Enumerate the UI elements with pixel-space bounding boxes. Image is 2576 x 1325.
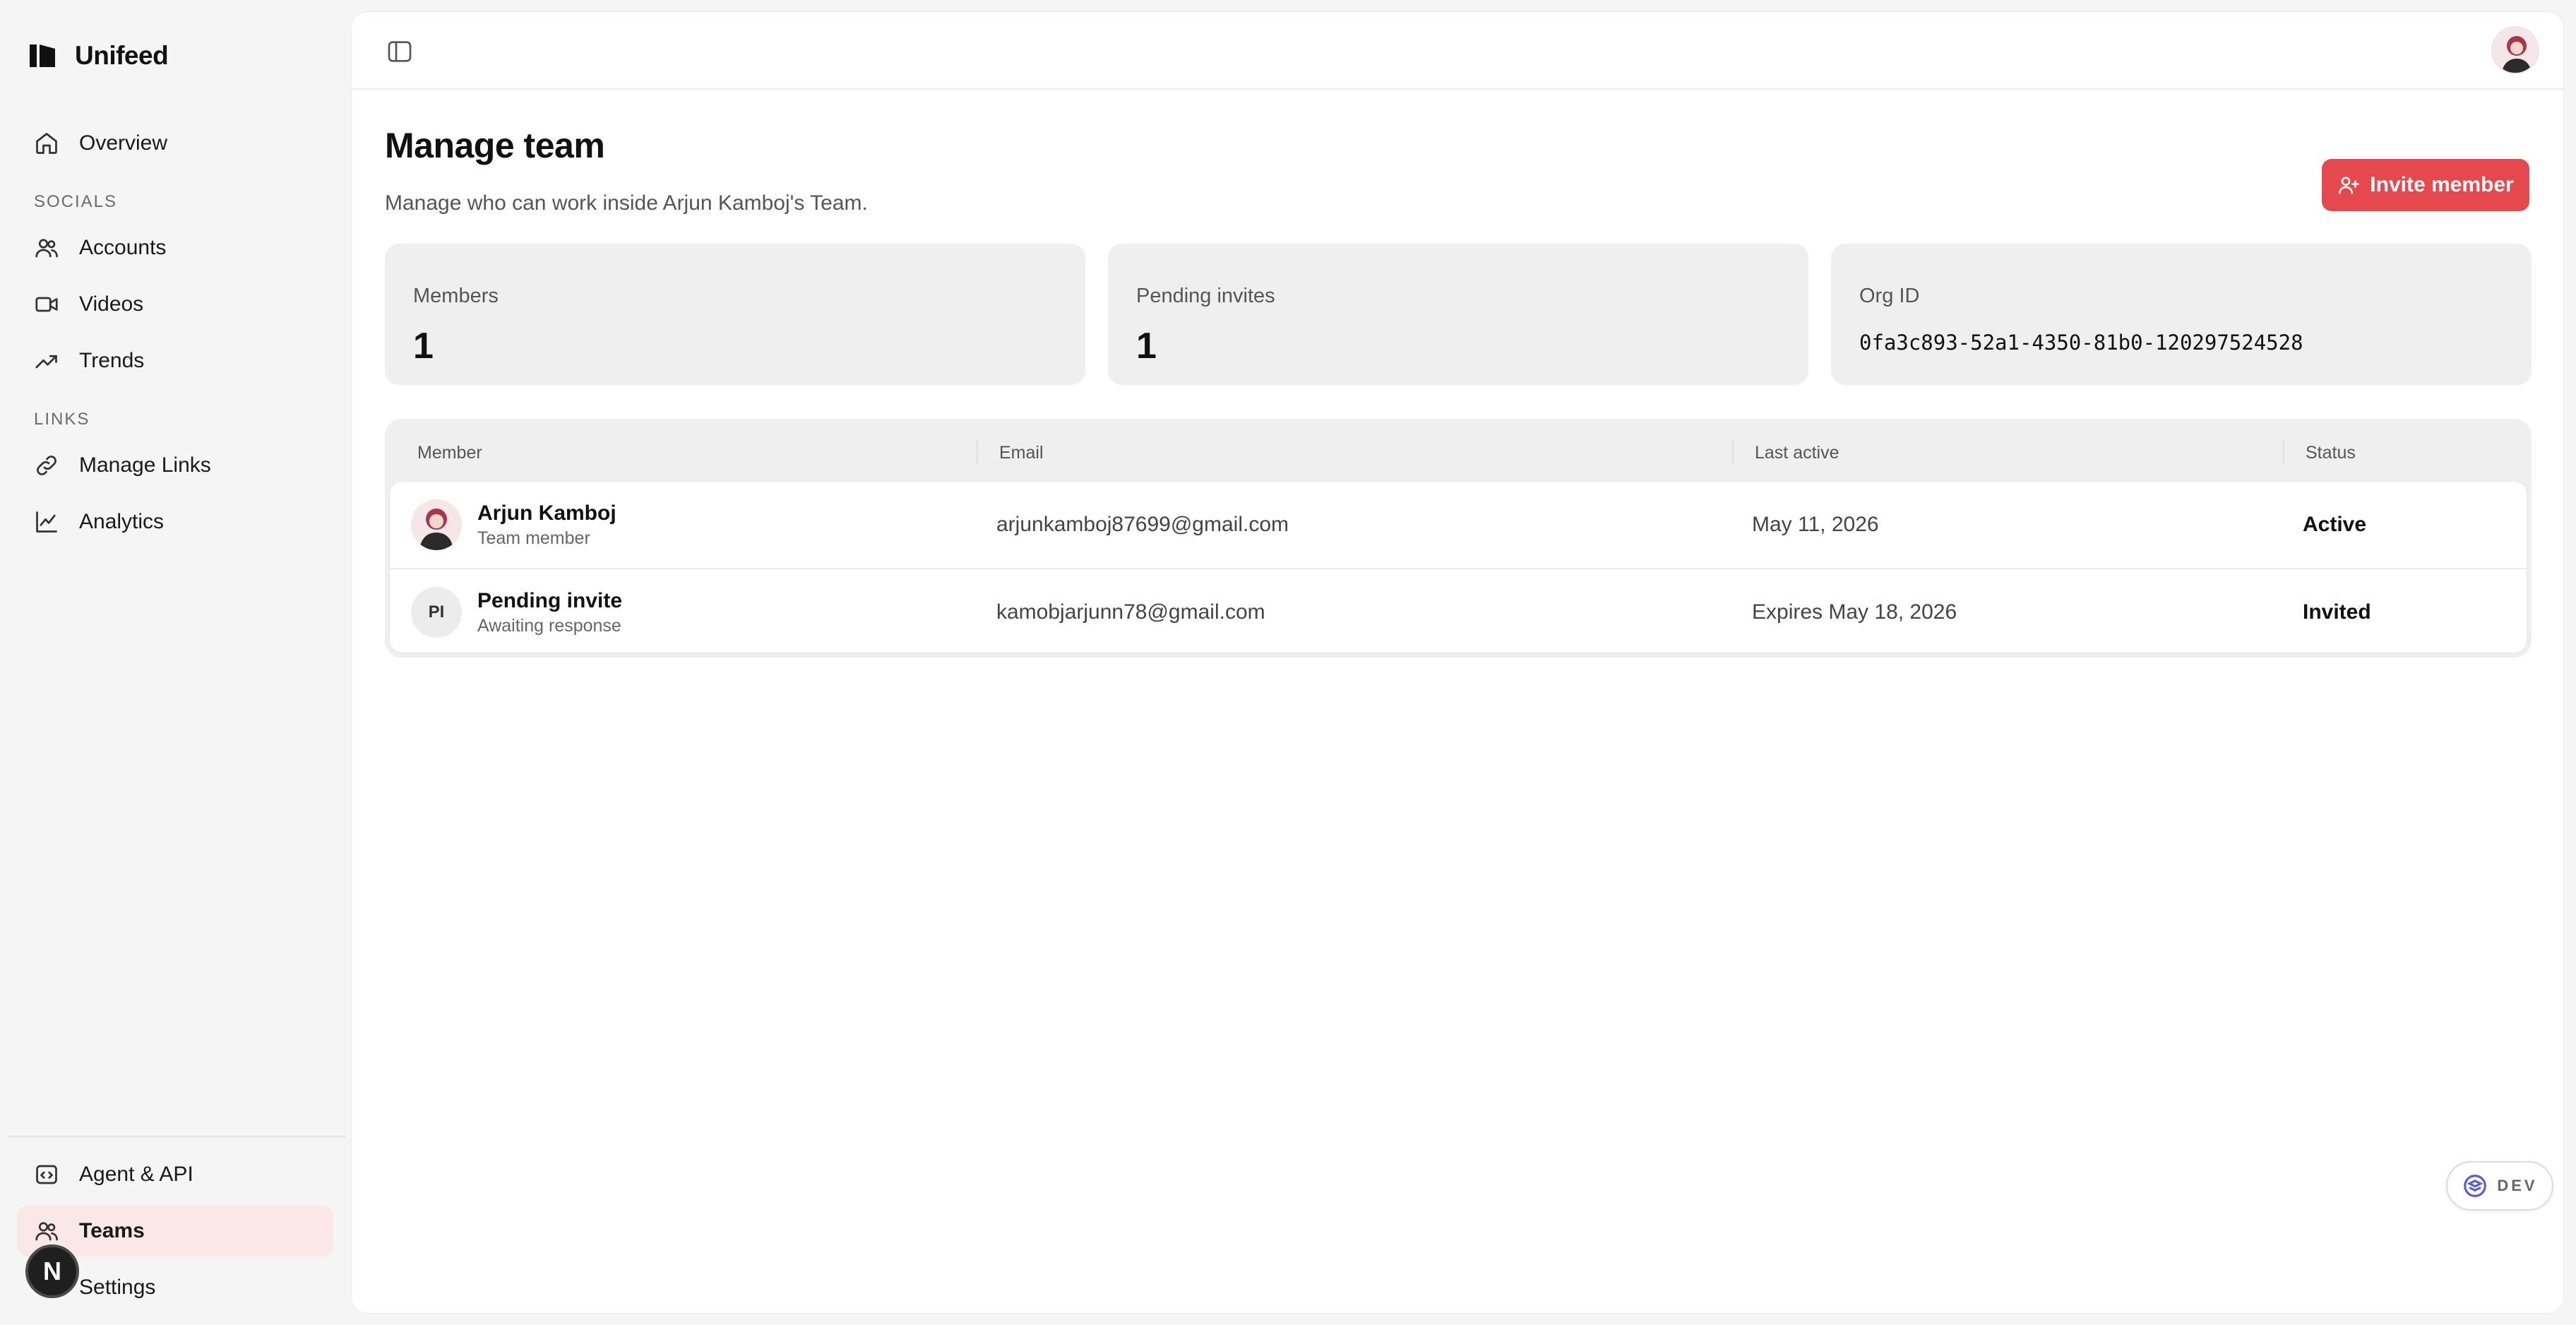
next-dev-indicator[interactable]: N	[25, 1244, 79, 1298]
sidebar-item-agent-api[interactable]: Agent & API	[17, 1149, 333, 1200]
line-chart-icon	[36, 511, 57, 533]
member-cell: PI Pending invite Awaiting response	[411, 569, 622, 655]
column-divider	[1732, 440, 1734, 464]
stat-label: Pending invites	[1136, 285, 1275, 307]
dev-badge-label: DEV	[2497, 1177, 2538, 1194]
org-id-stat-card: Org ID 0fa3c893-52a1-4350-81b0-120297524…	[1831, 244, 2532, 385]
sidebar-toggle-icon[interactable]	[386, 37, 414, 66]
sidebar-item-videos[interactable]: Videos	[17, 279, 333, 330]
dev-tools-badge[interactable]: DEV	[2446, 1161, 2553, 1211]
member-avatar	[411, 499, 462, 550]
sidebar-item-accounts[interactable]: Accounts	[17, 222, 333, 273]
invite-member-button[interactable]: Invite member	[2322, 159, 2529, 211]
column-divider	[2283, 440, 2284, 464]
member-name: Arjun Kamboj	[477, 501, 616, 525]
table-body: Arjun Kamboj Team member arjunkamboj8769…	[389, 481, 2527, 653]
topbar	[352, 12, 2563, 90]
table-row[interactable]: PI Pending invite Awaiting response kamo…	[390, 568, 2527, 654]
member-last-active: May 11, 2026	[1752, 513, 1879, 536]
brand[interactable]: Unifeed	[28, 38, 169, 73]
member-last-active: Expires May 18, 2026	[1752, 600, 1957, 624]
column-header-status: Status	[2306, 443, 2356, 463]
member-role: Awaiting response	[477, 615, 621, 636]
org-id-value[interactable]: 0fa3c893-52a1-4350-81b0-120297524528	[1859, 331, 2532, 355]
stat-value: 1	[413, 326, 434, 367]
member-role: Team member	[477, 528, 590, 548]
sidebar-item-label: Accounts	[79, 236, 167, 259]
sidebar-item-label: Overview	[79, 131, 168, 155]
section-label-links: LINKS	[34, 410, 90, 429]
sidebar-item-label: Trends	[79, 349, 145, 372]
brand-name: Unifeed	[75, 41, 169, 70]
avatar-image-icon	[2493, 28, 2538, 73]
stat-value: 1	[1136, 326, 1157, 367]
sidebar-item-trends[interactable]: Trends	[17, 335, 333, 386]
sidebar-item-manage-links[interactable]: Manage Links	[17, 440, 333, 491]
stat-label: Members	[413, 285, 499, 307]
trending-up-icon	[35, 355, 57, 369]
users-icon	[35, 239, 58, 258]
status-badge: Invited	[2303, 600, 2371, 624]
column-divider	[977, 440, 978, 464]
pending-invites-stat-card: Pending invites 1	[1108, 244, 1808, 385]
main-panel: Manage team Manage who can work inside A…	[351, 11, 2564, 1314]
stat-label: Org ID	[1859, 285, 1920, 307]
sidebar-item-analytics[interactable]: Analytics	[17, 497, 333, 547]
sidebar-item-label: Analytics	[79, 510, 165, 533]
unifeed-logo-icon	[28, 42, 56, 70]
video-icon	[35, 297, 58, 312]
sidebar-item-label: Settings	[79, 1276, 156, 1299]
member-initials-avatar: PI	[411, 587, 462, 638]
sidebar-divider	[8, 1136, 346, 1137]
link-icon	[37, 456, 56, 475]
sidebar-item-label: Manage Links	[79, 453, 211, 477]
members-table: Member Email Last active Status Arjun Ka…	[385, 419, 2532, 658]
page-subtitle: Manage who can work inside Arjun Kamboj'…	[385, 191, 868, 215]
sidebar-item-label: Agent & API	[79, 1163, 193, 1186]
user-plus-icon	[2339, 177, 2359, 194]
member-cell: Arjun Kamboj Team member	[411, 482, 616, 568]
sidebar-item-overview[interactable]: Overview	[17, 118, 333, 169]
member-email: arjunkamboj87699@gmail.com	[996, 513, 1289, 536]
sidebar-item-label: Teams	[79, 1219, 145, 1242]
section-label-socials: SOCIALS	[34, 192, 118, 211]
member-email: kamobjarjunn78@gmail.com	[996, 600, 1265, 624]
status-badge: Active	[2303, 513, 2367, 536]
user-avatar[interactable]	[2491, 26, 2539, 74]
sidebar-item-label: Videos	[79, 292, 144, 316]
table-header: Member Email Last active Status	[389, 419, 2527, 481]
column-header-email: Email	[999, 443, 1044, 463]
code-window-icon	[36, 1165, 57, 1184]
layers-icon	[2464, 1175, 2487, 1197]
avatar-image-icon	[411, 499, 462, 550]
invite-member-label: Invite member	[2370, 173, 2514, 196]
page-title: Manage team	[385, 126, 605, 165]
column-header-last-active: Last active	[1755, 443, 1839, 463]
table-row[interactable]: Arjun Kamboj Team member arjunkamboj8769…	[390, 482, 2527, 568]
team-icon	[35, 1222, 58, 1241]
sidebar: Unifeed Overview SOCIALS Accounts Videos…	[0, 0, 350, 1325]
member-name: Pending invite	[477, 588, 623, 612]
column-header-member: Member	[417, 443, 482, 463]
home-icon	[36, 133, 57, 154]
members-stat-card: Members 1	[385, 244, 1085, 385]
